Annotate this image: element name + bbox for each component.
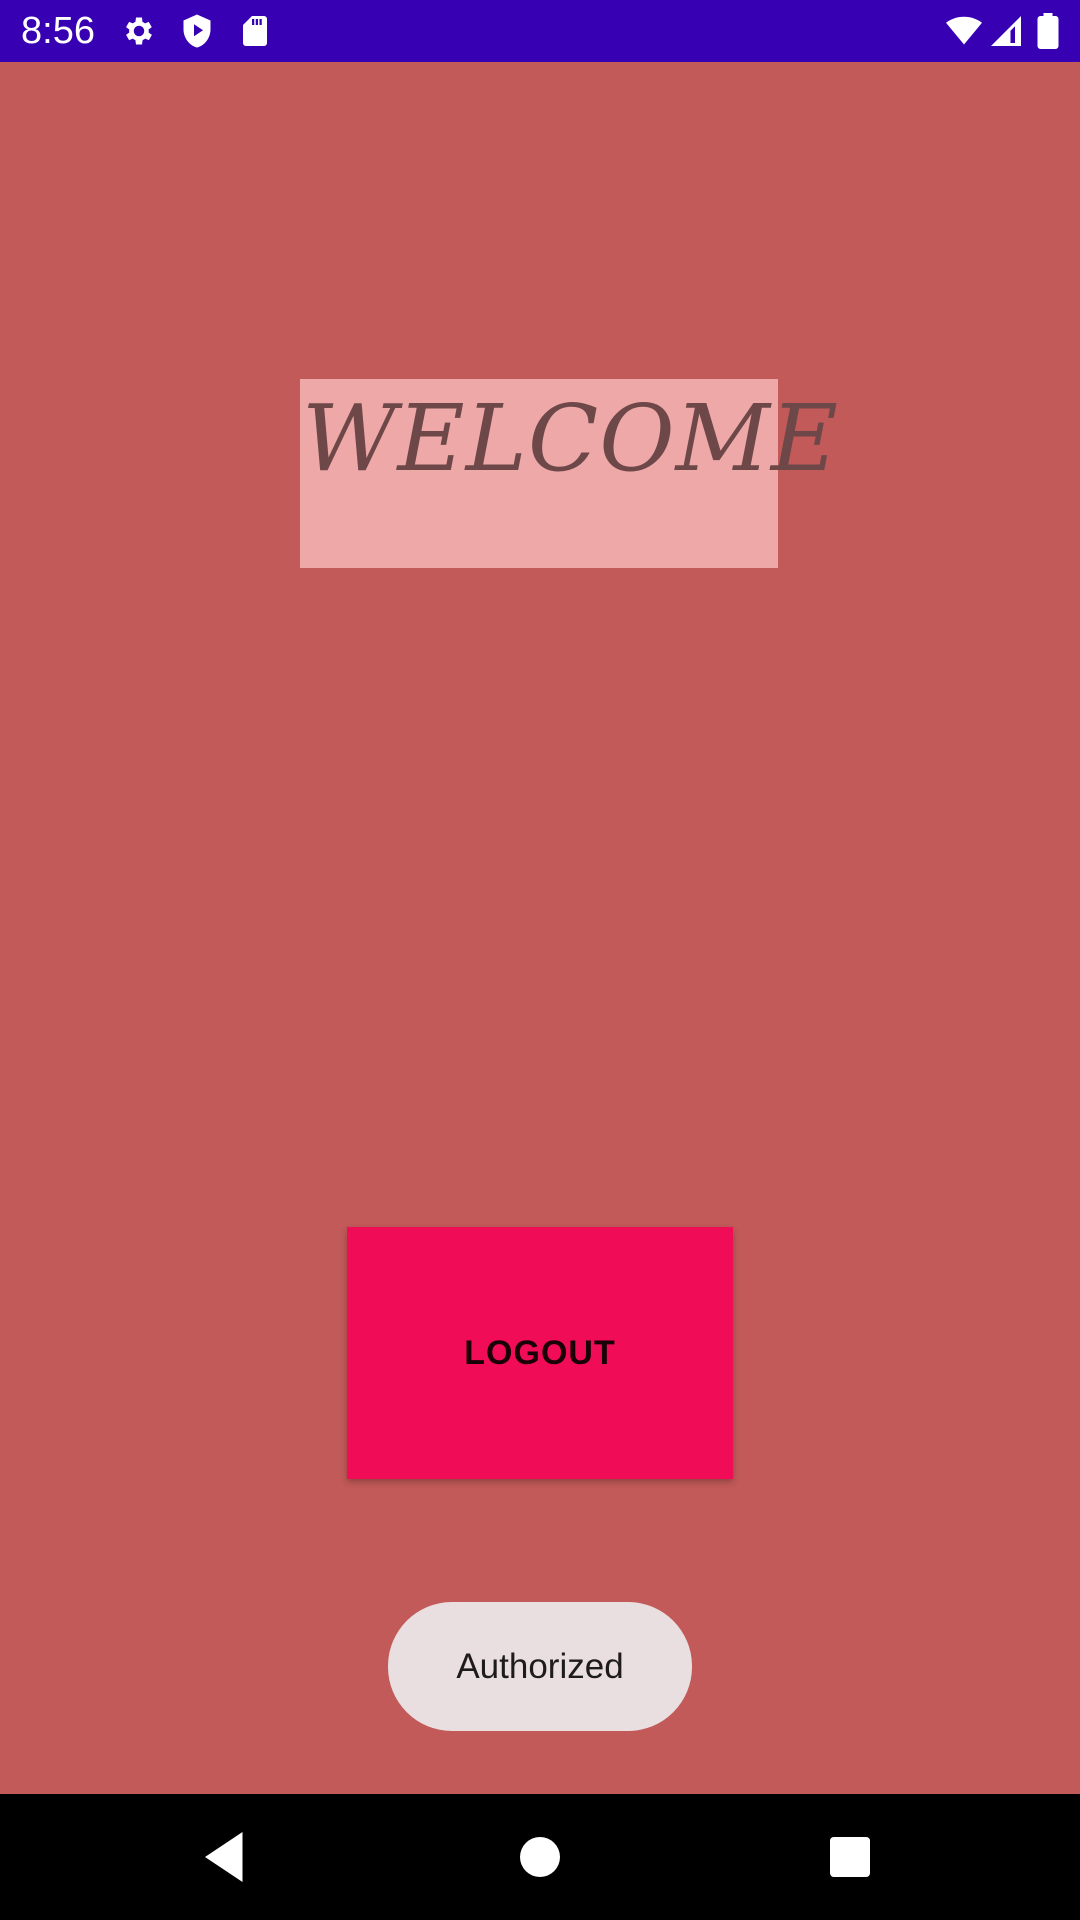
- logout-button[interactable]: LOGOUT: [347, 1227, 733, 1479]
- toast-message: Authorized: [388, 1602, 692, 1731]
- welcome-banner: WELCOME: [300, 379, 838, 568]
- sd-card-icon: [237, 13, 273, 49]
- recents-icon[interactable]: [820, 1827, 880, 1887]
- cellular-signal-icon: [988, 13, 1024, 49]
- shield-play-icon: [179, 13, 215, 49]
- wifi-icon: [944, 13, 984, 49]
- settings-icon: [121, 13, 157, 49]
- battery-icon: [1036, 13, 1060, 49]
- back-icon[interactable]: [195, 1827, 255, 1887]
- logout-label: LOGOUT: [464, 1333, 616, 1372]
- navigation-bar: [0, 1794, 1080, 1920]
- toast-text: Authorized: [456, 1646, 624, 1686]
- home-icon[interactable]: [510, 1827, 570, 1887]
- status-time: 8:56: [21, 10, 95, 52]
- welcome-text: WELCOME: [302, 385, 839, 492]
- status-bar: 8:56: [0, 0, 1080, 62]
